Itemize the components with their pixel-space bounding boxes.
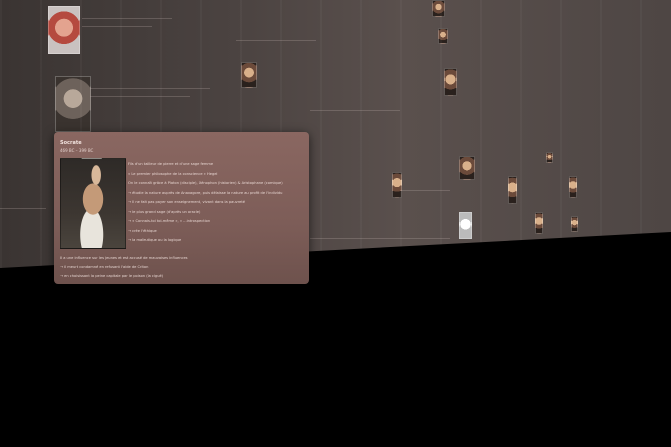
timeline-text-line (310, 238, 450, 239)
timeline-thumb-icon[interactable] (48, 6, 80, 54)
timeline-thumb-icon[interactable] (508, 176, 517, 204)
detail-card[interactable]: Socrate 469 BC – 399 BC Fils d'un taille… (54, 132, 309, 284)
card-line: → en choisissant la peine capitale par l… (60, 274, 164, 278)
card-line: On le connaît grâce à Platon (disciple),… (128, 181, 283, 185)
card-line: → crée l'éthique (128, 228, 157, 233)
timeline-thumb-icon[interactable] (444, 68, 457, 96)
timeline-thumb-icon[interactable] (546, 152, 553, 163)
timeline-text-line (82, 26, 152, 27)
timeline-thumb-icon[interactable] (432, 0, 445, 17)
card-description: Fils d'un tailleur de pierre et d'une sa… (128, 160, 306, 246)
card-line: → il meurt condamné en refusant l'aide d… (60, 265, 149, 269)
card-lower-text: Il a une influence sur les jeunes et est… (60, 254, 305, 281)
timeline-text-line (400, 190, 450, 191)
card-title: Socrate (60, 140, 82, 146)
timeline-thumb-icon[interactable] (535, 212, 543, 234)
timeline-thumb-icon[interactable] (438, 28, 448, 44)
timeline-text-line (0, 208, 46, 209)
timeline-thumb-icon[interactable] (571, 216, 578, 232)
timeline-thumb-icon[interactable] (459, 156, 475, 180)
portrait-icon (60, 158, 126, 249)
timeline-thumb-icon[interactable] (392, 172, 402, 198)
card-dates: 469 BC – 399 BC (60, 148, 94, 153)
timeline-text-line (82, 18, 172, 19)
card-line: → Il ne fait pas payer son enseignement,… (128, 200, 245, 204)
card-line: Il a une influence sur les jeunes et est… (60, 256, 188, 260)
timeline-text-line (90, 88, 210, 89)
card-line: → le plus grand sage (d'après un oracle) (128, 209, 201, 214)
card-line: → la maïeutique ou la logique (128, 238, 182, 242)
timeline-text-line (90, 96, 190, 97)
timeline-thumb-icon[interactable] (241, 62, 257, 88)
timeline-text-line (236, 40, 316, 41)
timeline-thumb-icon[interactable] (55, 76, 91, 132)
card-line: → étudie la nature auprès de Anaxagore, … (128, 190, 283, 195)
card-line: « Le premier philosophe de la conscience… (128, 171, 218, 176)
timeline-thumb-icon[interactable] (569, 176, 577, 198)
card-line: → « Connais-toi toi-même », « ...introsp… (128, 219, 211, 223)
timeline-thumb-icon[interactable] (459, 212, 472, 239)
card-line: Fils d'un tailleur de pierre et d'une sa… (128, 162, 214, 166)
timeline-text-line (310, 110, 400, 111)
